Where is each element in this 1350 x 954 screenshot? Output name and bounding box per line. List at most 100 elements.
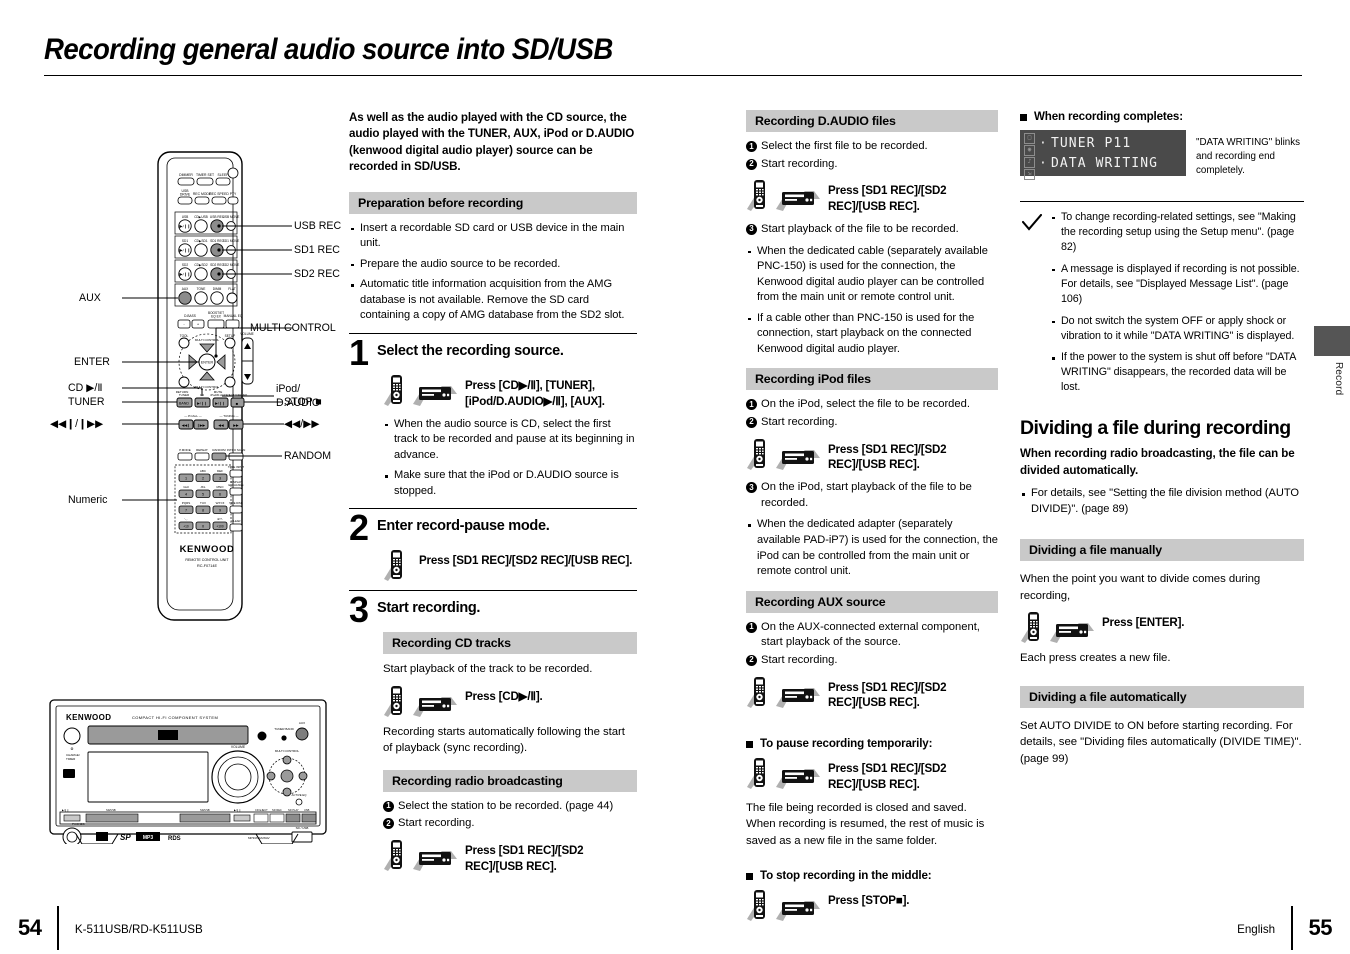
- svg-text:CD▶SD2: CD▶SD2: [194, 263, 207, 267]
- footer-divider: [1291, 906, 1293, 950]
- svg-text:CD▶SD1: CD▶SD1: [194, 239, 207, 243]
- svg-text:WXYZ: WXYZ: [216, 501, 225, 505]
- list-item: 1 On the AUX-connected external component…: [746, 620, 998, 651]
- svg-text:▶/❙❙: ▶/❙❙: [180, 224, 191, 229]
- page-footer: 54 K-511USB/RD-K511USB English 55: [0, 898, 1350, 954]
- section-divide-auto-heading: Dividing a file automatically: [1020, 685, 1304, 708]
- notes-list: To change recording-related settings, se…: [1050, 210, 1304, 396]
- list-item: Make sure that the iPod or D.AUDIO sourc…: [383, 468, 637, 499]
- svg-text:DIMMER: DIMMER: [179, 173, 193, 177]
- svg-text:▶/❙❙: ▶/❙❙: [62, 808, 69, 812]
- step-2-press-text: Press [SD1 REC]/[SD2 REC]/[USB REC].: [419, 554, 633, 568]
- main-unit-icon: [776, 769, 820, 790]
- page-title: Recording general audio source into SD/U…: [44, 33, 613, 66]
- ipod-press-text: Press [SD1 REC]/[SD2 REC]/[USB REC].: [828, 442, 947, 472]
- svg-text:CD EJECT: CD EJECT: [255, 808, 268, 812]
- svg-text:+100: +100: [216, 525, 223, 529]
- divide-manual-intro: When the point you want to divide comes …: [1020, 573, 1261, 602]
- step-number-badge: 1: [746, 621, 757, 633]
- step-3: 3 Start recording. Recording CD tracks S…: [349, 590, 637, 874]
- daudio-press-text: Press [SD1 REC]/[SD2 REC]/[USB REC].: [828, 184, 947, 214]
- step-number-badge: 1: [746, 399, 757, 411]
- divide-manual-note: Each press creates a new file.: [1020, 652, 1171, 665]
- svg-text:PQRS: PQRS: [182, 501, 191, 505]
- svg-text:TONE: TONE: [197, 287, 206, 291]
- svg-text:AUX: AUX: [182, 287, 189, 291]
- svg-text:9: 9: [219, 509, 221, 513]
- svg-text:MULTI CONTROL: MULTI CONTROL: [195, 385, 220, 389]
- list-item: When the dedicated cable (separately ava…: [746, 244, 998, 306]
- dividing-section: Dividing a file during recording When re…: [1020, 417, 1304, 767]
- svg-text:REMOTE CONTROL UNIT: REMOTE CONTROL UNIT: [185, 558, 229, 562]
- svg-text:5: 5: [202, 493, 204, 497]
- list-item: 3 On the iPod, start playback of the file…: [746, 480, 998, 511]
- svg-text:USB: USB: [304, 808, 310, 812]
- callout-ipod: iPod/: [276, 383, 301, 395]
- svg-text:▶/❙❙: ▶/❙❙: [215, 401, 225, 406]
- lcd-line-1: TUNER P11: [1039, 134, 1158, 154]
- svg-text:SD1 MOVE: SD1 MOVE: [223, 239, 239, 243]
- svg-text:PTY: PTY: [230, 192, 237, 196]
- list-item: 2 Start recording.: [746, 415, 998, 431]
- svg-text:PHONES: PHONES: [72, 822, 85, 826]
- svg-text:SD PLAY: SD PLAY: [288, 808, 299, 812]
- section-divide-manual-heading: Dividing a file manually: [1020, 539, 1304, 562]
- folder-icon: ⇲: [1024, 169, 1035, 180]
- main-unit-icon: [776, 191, 820, 212]
- lcd-line-2: DATA WRITING: [1039, 154, 1158, 174]
- svg-text:SD/USB: SD/USB: [200, 808, 210, 812]
- list-item: 1 Select the first file to be recorded.: [746, 139, 998, 155]
- list-item: If the power to the system is shut off b…: [1050, 350, 1304, 395]
- svg-text:COMPACT HI-FI COMPONENT SYSTEM: COMPACT HI-FI COMPONENT SYSTEM: [132, 715, 218, 720]
- list-item: A message is displayed if recording is n…: [1050, 262, 1304, 307]
- list-item: For details, see "Setting the file divis…: [1020, 486, 1304, 517]
- step-2-number: 2: [349, 507, 369, 549]
- callout-tuning: ◀◀/▶▶: [284, 418, 320, 430]
- main-unit-icon: [776, 687, 820, 708]
- step-1-press-text: Press [CD▶/Ⅱ], [TUNER], [iPod/D.AUDIO▶/Ⅱ…: [465, 379, 605, 408]
- aux-press-text: Press [SD1 REC]/[SD2 REC]/[USB REC].: [828, 680, 947, 710]
- checkmark-icon: [1022, 213, 1042, 231]
- footer-language: English: [1237, 922, 1276, 936]
- svg-text:SD2 MOVE: SD2 MOVE: [223, 263, 239, 267]
- svg-text:FLAT: FLAT: [228, 287, 236, 291]
- step-number-badge: 2: [746, 158, 757, 170]
- main-unit-illustration: KENWOOD COMPACT HI-FI COMPONENT SYSTEM ⎉…: [49, 699, 327, 847]
- footer-model-name: K-511USB/RD-K511USB: [74, 922, 203, 936]
- intro-paragraph: As well as the audio played with the CD …: [349, 111, 635, 174]
- svg-text:JKL: JKL: [200, 485, 206, 489]
- callout-cd-play: CD ▶/Ⅱ: [68, 382, 103, 394]
- remote-control-icon: [747, 438, 765, 470]
- lcd-display: □ ◉ ♪ ⇲ TUNER P11 DATA WRITING: [1020, 130, 1186, 180]
- step-1-bullets: When the audio source is CD, select the …: [383, 417, 637, 500]
- svg-text:⎉: ⎉: [70, 746, 73, 751]
- svg-text:USB: USB: [182, 215, 189, 219]
- svg-text:&!?-: &!?-: [217, 517, 223, 521]
- svg-text:ENTER: ENTER: [201, 361, 214, 365]
- recording-cd-note: Recording starts automatically following…: [383, 725, 625, 755]
- main-unit-icon: [413, 696, 457, 717]
- list-item: 1 On the iPod, select the file to be reco…: [746, 397, 998, 413]
- callout-aux: AUX: [79, 292, 101, 304]
- section-recording-daudio-heading: Recording D.AUDIO files: [746, 110, 998, 132]
- svg-text:ABC: ABC: [200, 469, 207, 473]
- music-note-icon: ♪: [1024, 157, 1035, 168]
- svg-text:2: 2: [202, 477, 204, 481]
- svg-text:CD▶USB: CD▶USB: [194, 215, 208, 219]
- svg-text:— P.CALL —: — P.CALL —: [184, 414, 202, 418]
- svg-text:USB MOVE: USB MOVE: [223, 215, 240, 219]
- callout-numeric: Numeric: [68, 494, 108, 506]
- svg-text:SLEEP: SLEEP: [218, 173, 230, 177]
- svg-text:MNO: MNO: [217, 485, 225, 489]
- list-item: 1 Select the station to be recorded. (pag…: [383, 799, 637, 815]
- list-item: Automatic title information acquisition …: [349, 277, 637, 324]
- svg-text:◀◀❙: ◀◀❙: [182, 423, 191, 428]
- svg-text:ACTIVE EQ: ACTIVE EQ: [292, 793, 308, 797]
- manual-page: Recording general audio source into SD/U…: [0, 0, 1350, 954]
- pause-press-row: Press [SD1 REC]/[SD2 REC]/[USB REC].: [746, 757, 998, 793]
- step-1-title: Select the recording source.: [377, 343, 564, 359]
- svg-text:P.MODE: P.MODE: [179, 448, 190, 452]
- list-item: To change recording-related settings, se…: [1050, 210, 1304, 255]
- svg-text:SP: SP: [120, 833, 131, 842]
- svg-text:▶/❙❙: ▶/❙❙: [197, 401, 207, 406]
